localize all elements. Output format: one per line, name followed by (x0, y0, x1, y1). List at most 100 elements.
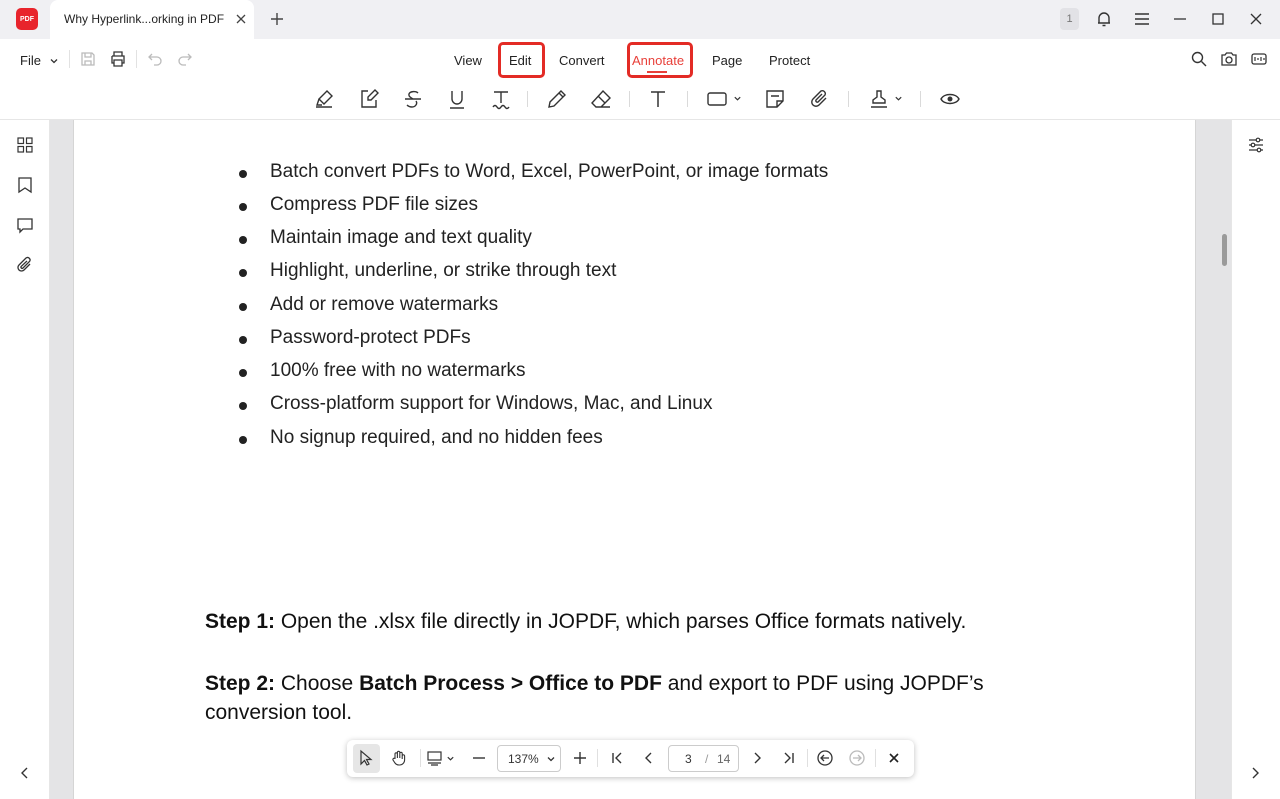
last-page-icon[interactable] (780, 749, 798, 767)
redo-icon[interactable] (176, 50, 194, 68)
notification-count-badge[interactable]: 1 (1060, 8, 1079, 30)
page-navigation-bar: 137% 3 / 14 (347, 740, 914, 777)
page-number-field[interactable]: 3 / 14 (668, 745, 739, 772)
text-box-icon[interactable] (647, 88, 669, 110)
print-icon[interactable] (109, 50, 127, 68)
annotate-toolbar (0, 79, 1280, 120)
document-tab[interactable]: Why Hyperlink...orking in PDF (50, 0, 254, 39)
squiggly-icon[interactable] (490, 88, 512, 110)
menu-bar: File View Edit Convert Annotate Page Pro… (0, 39, 1280, 79)
back-view-icon[interactable] (816, 749, 834, 767)
first-page-icon[interactable] (608, 749, 626, 767)
annotate-highlight-box (627, 42, 693, 78)
divider (597, 749, 598, 767)
next-page-icon[interactable] (748, 749, 766, 767)
zoom-out-icon[interactable] (470, 749, 488, 767)
divider (687, 91, 688, 107)
divider (848, 91, 849, 107)
bullet-dot (239, 303, 247, 311)
bullet-dot (239, 336, 247, 344)
search-icon[interactable] (1190, 50, 1208, 68)
undo-icon[interactable] (146, 50, 164, 68)
divider (420, 749, 421, 767)
zoom-in-icon[interactable] (571, 749, 589, 767)
collapse-left-icon[interactable] (16, 764, 34, 782)
camera-icon[interactable] (1220, 50, 1238, 68)
new-tab-icon[interactable] (269, 11, 285, 27)
page-view-mode-icon[interactable] (426, 749, 444, 767)
document-viewport[interactable]: Batch convert PDFs to Word, Excel, Power… (50, 120, 1231, 799)
zoom-value: 137% (508, 752, 539, 766)
document-tab-title: Why Hyperlink...orking in PDF (64, 12, 225, 26)
area-highlight-icon[interactable] (358, 88, 380, 110)
chevron-down-icon[interactable] (733, 94, 742, 103)
list-item: Cross-platform support for Windows, Mac,… (270, 393, 713, 414)
step-1-paragraph: Step 1: Open the .xlsx file directly in … (205, 607, 1065, 636)
file-menu[interactable]: File (20, 53, 59, 68)
maximize-icon[interactable] (1209, 10, 1227, 28)
tab-view[interactable]: View (454, 53, 482, 68)
hamburger-menu-icon[interactable] (1133, 10, 1151, 28)
hand-pan-icon[interactable] (390, 749, 408, 767)
right-sidebar (1231, 120, 1280, 799)
minimize-icon[interactable] (1171, 10, 1189, 28)
shape-icon[interactable] (706, 88, 728, 110)
close-navbar-icon[interactable] (885, 749, 903, 767)
chevron-down-icon[interactable] (446, 754, 455, 763)
list-item: Compress PDF file sizes (270, 194, 478, 215)
stamp-icon[interactable] (868, 88, 890, 110)
bullet-dot (239, 369, 247, 377)
tab-page[interactable]: Page (712, 53, 742, 68)
list-item: Password-protect PDFs (270, 327, 471, 348)
list-item: Maintain image and text quality (270, 227, 532, 248)
list-item: Batch convert PDFs to Word, Excel, Power… (270, 161, 829, 182)
step-2-text-a: Choose (275, 672, 360, 695)
underline-icon[interactable] (446, 88, 468, 110)
page-separator: / (705, 752, 709, 766)
tab-convert[interactable]: Convert (559, 53, 605, 68)
bell-icon[interactable] (1095, 10, 1113, 28)
strikethrough-icon[interactable] (402, 88, 424, 110)
save-icon[interactable] (79, 50, 97, 68)
close-window-icon[interactable] (1247, 10, 1265, 28)
properties-sliders-icon[interactable] (1247, 136, 1265, 154)
bookmark-icon[interactable] (16, 176, 34, 194)
comment-icon[interactable] (16, 216, 34, 234)
step-2-label: Step 2: (205, 672, 276, 695)
eraser-icon[interactable] (590, 88, 612, 110)
edit-highlight-box (498, 42, 545, 78)
divider (807, 749, 808, 767)
chevron-down-icon (50, 58, 58, 63)
eye-icon[interactable] (939, 88, 961, 110)
divider (69, 50, 70, 68)
attachment-icon[interactable] (16, 256, 34, 274)
divider (527, 91, 528, 107)
app-logo: PDF (16, 8, 38, 30)
step-2-bold-text: Batch Process > Office to PDF (359, 672, 662, 695)
pdf-page: Batch convert PDFs to Word, Excel, Power… (73, 120, 1196, 799)
tab-protect[interactable]: Protect (769, 53, 810, 68)
left-sidebar (0, 120, 50, 799)
bullet-dot (239, 236, 247, 244)
previous-page-icon[interactable] (640, 749, 658, 767)
expand-right-icon[interactable] (1246, 764, 1264, 782)
sticky-note-icon[interactable] (764, 88, 786, 110)
vertical-scrollbar-thumb[interactable] (1222, 234, 1227, 266)
highlight-icon[interactable] (313, 88, 335, 110)
thumbnails-icon[interactable] (16, 136, 34, 154)
tab-close-icon[interactable] (234, 12, 248, 26)
chevron-down-icon[interactable] (894, 94, 903, 103)
step-2-paragraph: Step 2: Choose Batch Process > Office to… (205, 669, 1065, 727)
list-item: Add or remove watermarks (270, 294, 499, 315)
attachment-icon[interactable] (809, 88, 831, 110)
step-1-label: Step 1: (205, 610, 276, 633)
cursor-select-icon[interactable] (357, 749, 375, 767)
current-page-input[interactable]: 3 (685, 752, 692, 766)
title-bar: PDF Why Hyperlink...orking in PDF 1 (0, 0, 1280, 39)
ai-chat-icon[interactable] (1250, 50, 1268, 68)
pencil-icon[interactable] (546, 88, 568, 110)
bullet-dot (239, 402, 247, 410)
zoom-select[interactable]: 137% (497, 745, 561, 772)
forward-view-icon[interactable] (848, 749, 866, 767)
divider (875, 749, 876, 767)
